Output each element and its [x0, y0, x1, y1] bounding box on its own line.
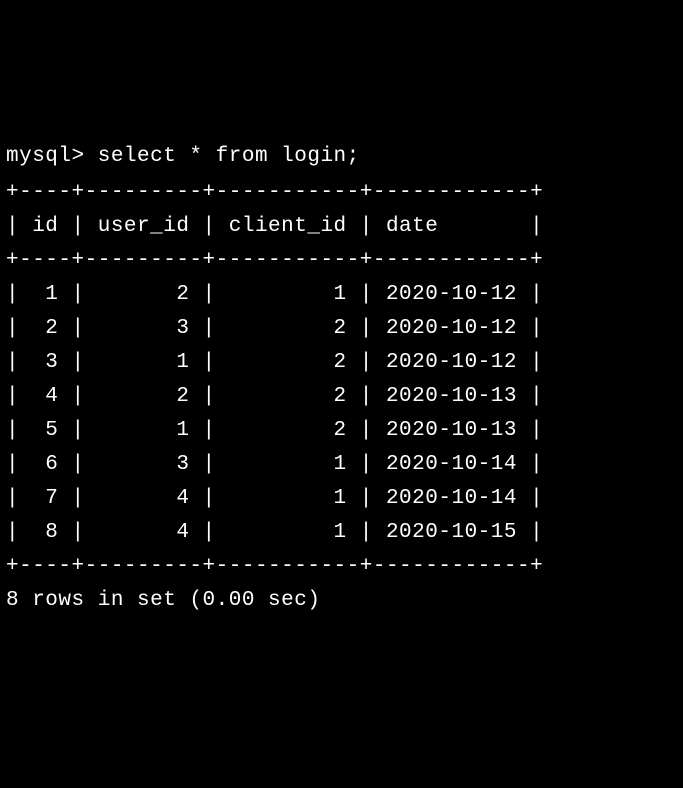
table-border-top: +----+---------+-----------+------------…: [6, 176, 677, 210]
table-row: | 4 | 2 | 2 | 2020-10-13 |: [6, 380, 677, 414]
table-row: | 3 | 1 | 2 | 2020-10-12 |: [6, 346, 677, 380]
table-row: | 5 | 1 | 2 | 2020-10-13 |: [6, 414, 677, 448]
mysql-prompt-line[interactable]: mysql> select * from login;: [6, 140, 677, 174]
table-row: | 6 | 3 | 1 | 2020-10-14 |: [6, 448, 677, 482]
table-header-row: | id | user_id | client_id | date |: [6, 210, 677, 244]
table-row: | 8 | 4 | 1 | 2020-10-15 |: [6, 516, 677, 550]
table-row: | 7 | 4 | 1 | 2020-10-14 |: [6, 482, 677, 516]
sql-query: select * from login;: [98, 145, 360, 168]
table-border-bottom: +----+---------+-----------+------------…: [6, 550, 677, 584]
mysql-prompt: mysql>: [6, 145, 98, 168]
table-row: | 2 | 3 | 2 | 2020-10-12 |: [6, 312, 677, 346]
result-status: 8 rows in set (0.00 sec): [6, 584, 677, 618]
table-row: | 1 | 2 | 1 | 2020-10-12 |: [6, 278, 677, 312]
table-border-mid: +----+---------+-----------+------------…: [6, 244, 677, 278]
